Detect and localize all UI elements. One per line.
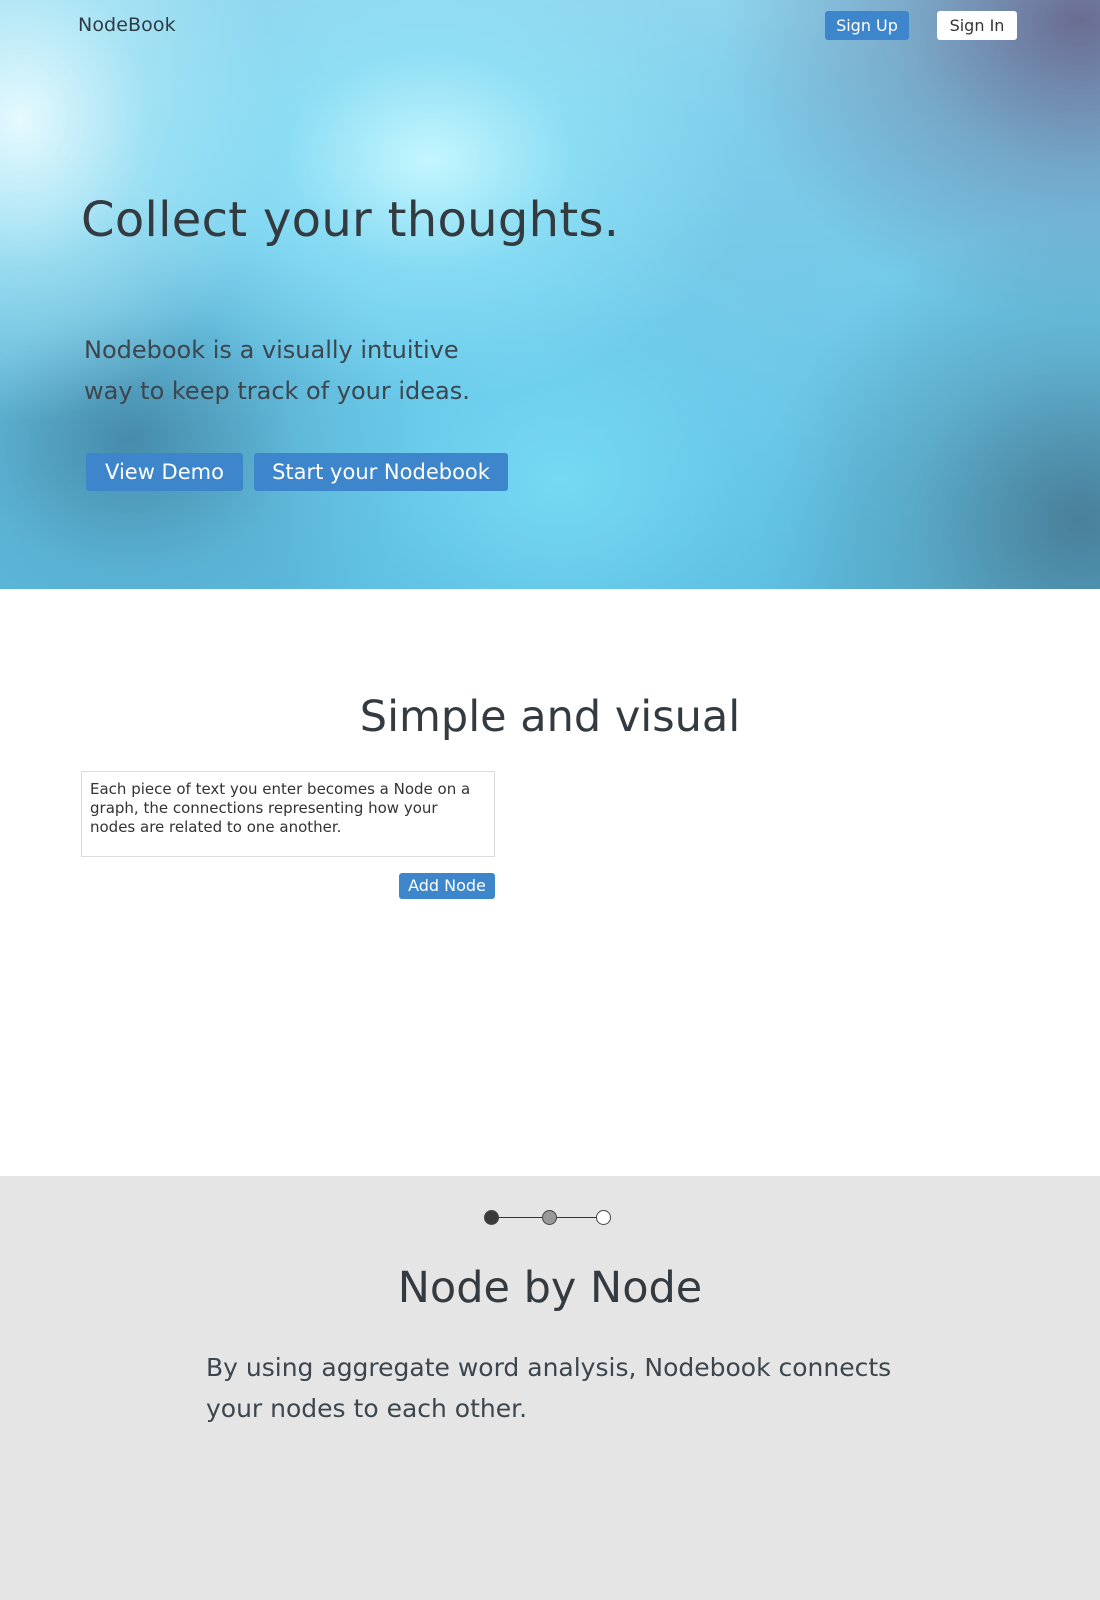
step-connector	[494, 1217, 542, 1218]
hero-title: Collect your thoughts.	[81, 192, 620, 248]
step-connector	[554, 1217, 598, 1218]
start-nodebook-button[interactable]: Start your Nodebook	[254, 453, 508, 491]
view-demo-button[interactable]: View Demo	[86, 453, 243, 491]
add-node-button[interactable]: Add Node	[399, 873, 495, 899]
step-indicator	[482, 1208, 614, 1228]
hero-subtitle: Nodebook is a visually intuitive way to …	[84, 336, 470, 405]
simple-visual-heading: Simple and visual	[359, 692, 741, 742]
step-dot-3[interactable]	[596, 1210, 611, 1225]
node-by-node-description: By using aggregate word analysis, Nodebo…	[206, 1353, 892, 1423]
node-by-node-heading: Node by Node	[397, 1263, 703, 1313]
sign-up-button[interactable]: Sign Up	[825, 11, 909, 40]
step-dot-1[interactable]	[484, 1210, 499, 1225]
sign-in-button[interactable]: Sign In	[937, 11, 1017, 40]
node-text-input[interactable]: Each piece of text you enter becomes a N…	[81, 771, 495, 857]
hero-section: NodeBook Sign Up Sign In Collect your th…	[0, 0, 1100, 589]
brand-logo[interactable]: NodeBook	[78, 14, 176, 36]
step-dot-2[interactable]	[542, 1210, 557, 1225]
